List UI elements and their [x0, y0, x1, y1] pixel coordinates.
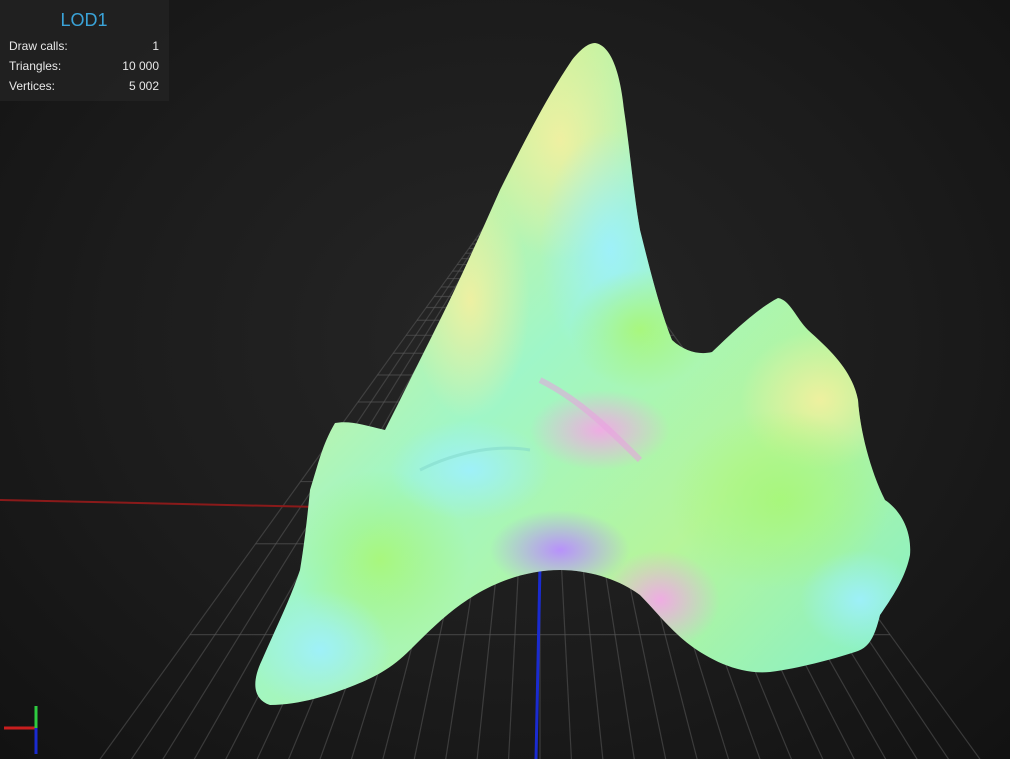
3d-viewport[interactable]: LOD1 Draw calls: 1 Triangles: 10 000 Ver… — [0, 0, 1010, 759]
axis-gizmo-icon — [4, 706, 38, 754]
stat-row-draw-calls: Draw calls: 1 — [9, 36, 159, 56]
stat-value: 5 002 — [128, 79, 159, 93]
stat-row-triangles: Triangles: 10 000 — [9, 56, 159, 76]
render-stats-panel: LOD1 Draw calls: 1 Triangles: 10 000 Ver… — [0, 0, 169, 101]
stat-row-vertices: Vertices: 5 002 — [9, 76, 159, 96]
shark-tooth-mesh[interactable] — [250, 20, 920, 710]
stat-value: 10 000 — [122, 59, 159, 73]
stat-label: Vertices: — [9, 79, 56, 93]
stat-label: Draw calls: — [9, 39, 68, 53]
scene-canvas[interactable] — [0, 0, 1010, 759]
world-axis-x — [0, 499, 321, 508]
stat-value: 1 — [152, 39, 159, 53]
stat-label: Triangles: — [9, 59, 62, 73]
lod-title: LOD1 — [60, 10, 108, 30]
